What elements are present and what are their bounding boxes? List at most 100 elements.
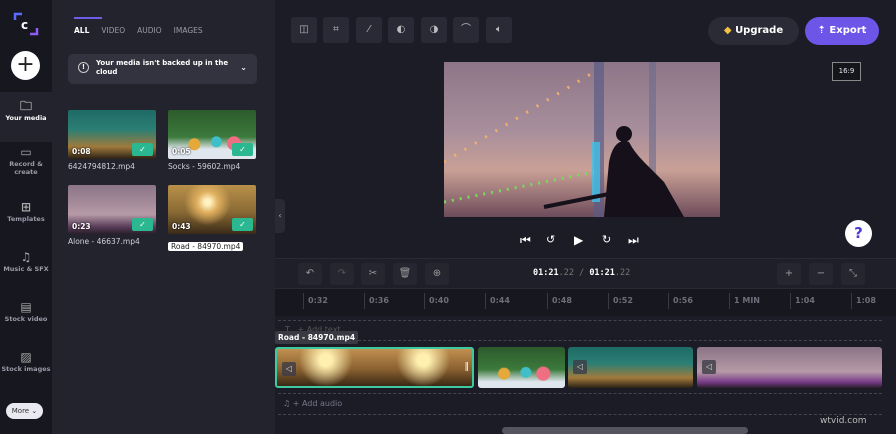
tick-label: 1:04 bbox=[790, 293, 815, 309]
timeline-clip-socks[interactable] bbox=[478, 347, 565, 388]
scissors-icon[interactable]: ✂ bbox=[361, 263, 385, 285]
upload-icon: ⇡ bbox=[817, 25, 826, 36]
rail-label: Stock video bbox=[4, 315, 48, 323]
add-audio-track[interactable]: ♫ + Add audio bbox=[283, 399, 342, 408]
skip-back-icon[interactable]: ⏮ bbox=[520, 233, 531, 248]
timeline-ruler: 0:32 0:36 0:40 0:44 0:48 0:52 0:56 1 MIN… bbox=[275, 288, 896, 316]
check-icon: ✓ bbox=[232, 143, 253, 156]
layout-icon[interactable]: ◫ bbox=[291, 17, 317, 43]
check-icon: ✓ bbox=[232, 218, 253, 231]
media-panel: ALL VIDEO AUDIO IMAGES ! Your media isn'… bbox=[52, 0, 275, 434]
tick-label: 0:44 bbox=[485, 293, 510, 309]
tab-images[interactable]: IMAGES bbox=[174, 26, 203, 35]
preview-frame bbox=[444, 62, 684, 217]
help-button[interactable]: ? bbox=[845, 220, 872, 247]
rail-label: Your media bbox=[5, 114, 47, 122]
contrast-icon[interactable]: ◐ bbox=[388, 17, 414, 43]
rail-music-sfx[interactable]: ♫ Music & SFX bbox=[0, 250, 52, 273]
export-button[interactable]: ⇡ Export bbox=[805, 17, 879, 45]
rail-label: Music & SFX bbox=[3, 265, 49, 273]
tick-label: 0:32 bbox=[303, 293, 328, 309]
rail-stock-images[interactable]: ▨ Stock images bbox=[0, 351, 52, 373]
track-divider bbox=[278, 320, 882, 321]
media-item[interactable]: 0:43 ✓ Road - 84970.mp4 bbox=[168, 185, 256, 253]
rail-label: Stock images bbox=[1, 365, 51, 373]
diamond-icon: ◆ bbox=[723, 25, 732, 36]
filter-icon[interactable]: ◑ bbox=[421, 17, 447, 43]
upgrade-label: Upgrade bbox=[735, 25, 784, 36]
duration: 0:23 bbox=[72, 222, 91, 231]
timeline-clip-6424794812[interactable]: ◁ bbox=[568, 347, 693, 388]
play-icon[interactable]: ▶ bbox=[574, 233, 583, 247]
rail-record-create[interactable]: ▭ Record & create bbox=[0, 145, 52, 176]
zoom-in-icon[interactable]: + bbox=[777, 263, 801, 285]
notice-text: Your media isn't backed up in the cloud bbox=[96, 59, 229, 76]
tick-label: 0:48 bbox=[547, 293, 572, 309]
clip-tooltip: Road - 84970.mp4 bbox=[275, 331, 359, 344]
tick-label: 0:36 bbox=[364, 293, 389, 309]
crop-icon[interactable]: ⌗ bbox=[323, 17, 349, 43]
check-icon: ✓ bbox=[132, 143, 153, 156]
thumbnail: 0:23 ✓ bbox=[68, 185, 156, 234]
track-divider bbox=[278, 393, 882, 394]
track-divider bbox=[278, 414, 882, 415]
rewind-5-icon[interactable]: ↺ bbox=[546, 233, 555, 246]
magic-wand-icon[interactable]: ⁄ bbox=[356, 17, 382, 43]
fit-icon[interactable]: ⤡ bbox=[841, 263, 865, 285]
tick-label: 1:08 bbox=[851, 293, 876, 309]
left-rail: c + 🗀 Your media ▭ Record & create ⊞ Templa… bbox=[0, 0, 52, 434]
aspect-ratio-button[interactable]: 16:9 bbox=[832, 62, 861, 81]
media-item[interactable]: 0:23 ✓ Alone - 46637.mp4 bbox=[68, 185, 156, 246]
timeline-clip-alone[interactable]: ◁ bbox=[697, 347, 882, 388]
export-label: Export bbox=[829, 25, 867, 36]
volume-icon[interactable]: ◁ bbox=[573, 360, 587, 374]
rail-templates[interactable]: ⊞ Templates bbox=[0, 200, 52, 223]
thumbnail: 0:05 ✓ bbox=[168, 110, 256, 159]
volume-icon[interactable]: 🔈︎ bbox=[486, 17, 512, 43]
speed-icon[interactable]: ⌒ bbox=[453, 17, 479, 43]
media-tabs: ALL VIDEO AUDIO IMAGES bbox=[74, 17, 203, 35]
timeline-scrollbar[interactable] bbox=[502, 427, 748, 434]
file-name: 6424794812.mp4 bbox=[68, 162, 135, 171]
trash-icon[interactable]: 🗑︎ bbox=[393, 263, 417, 285]
tick-label: 1 MIN bbox=[729, 293, 760, 309]
forward-5-icon[interactable]: ↻ bbox=[602, 233, 611, 246]
tab-audio[interactable]: AUDIO bbox=[137, 26, 162, 35]
redo-icon[interactable]: ↷ bbox=[330, 263, 354, 285]
undo-icon[interactable]: ↶ bbox=[298, 263, 322, 285]
zoom-out-icon[interactable]: − bbox=[809, 263, 833, 285]
backup-notice[interactable]: ! Your media isn't backed up in the clou… bbox=[68, 54, 257, 84]
thumbnail: 0:08 ✓ bbox=[68, 110, 156, 159]
video-preview bbox=[444, 62, 720, 217]
tick-label: 0:40 bbox=[424, 293, 449, 309]
camera-icon: ▭ bbox=[20, 145, 32, 159]
info-icon: ! bbox=[78, 62, 89, 73]
chevron-down-icon[interactable]: ⌄ bbox=[240, 63, 247, 72]
music-icon: ♫ bbox=[20, 250, 32, 264]
file-name: Socks - 59602.mp4 bbox=[168, 162, 241, 171]
more-button[interactable]: More ⌄ bbox=[6, 403, 43, 419]
media-item[interactable]: 0:05 ✓ Socks - 59602.mp4 bbox=[168, 110, 256, 171]
skip-forward-icon[interactable]: ⏭ bbox=[628, 233, 639, 248]
collapse-panel-button[interactable]: ‹ bbox=[275, 199, 285, 233]
tab-all[interactable]: ALL bbox=[74, 17, 103, 35]
add-to-timeline-icon[interactable]: ⊕ bbox=[425, 263, 449, 285]
add-button[interactable]: + bbox=[11, 51, 40, 80]
volume-icon[interactable]: ◁ bbox=[702, 360, 716, 374]
svg-text:c: c bbox=[21, 18, 28, 32]
timeline-toolbar: ↶ ↷ ✂ 🗑︎ ⊕ 01:21.22 / 01:21.22 + − ⤡ bbox=[275, 258, 896, 288]
watermark: wtvid.com bbox=[820, 416, 867, 426]
trim-handle[interactable]: ‖ bbox=[465, 362, 470, 372]
timeline-clip-road[interactable]: ◁ ‖ bbox=[275, 347, 474, 388]
upgrade-button[interactable]: ◆ Upgrade bbox=[708, 17, 799, 45]
music-icon: ♫ bbox=[283, 399, 291, 408]
volume-icon[interactable]: ◁ bbox=[282, 362, 296, 376]
tick-label: 0:52 bbox=[608, 293, 633, 309]
rail-your-media[interactable]: 🗀 Your media bbox=[0, 92, 52, 142]
templates-icon: ⊞ bbox=[20, 200, 32, 214]
media-item[interactable]: 0:08 ✓ 6424794812.mp4 bbox=[68, 110, 156, 171]
tab-video[interactable]: VIDEO bbox=[101, 26, 125, 35]
rail-stock-video[interactable]: ▤ Stock video bbox=[0, 301, 52, 323]
duration: 0:08 bbox=[72, 147, 91, 156]
file-name: Alone - 46637.mp4 bbox=[68, 237, 140, 246]
